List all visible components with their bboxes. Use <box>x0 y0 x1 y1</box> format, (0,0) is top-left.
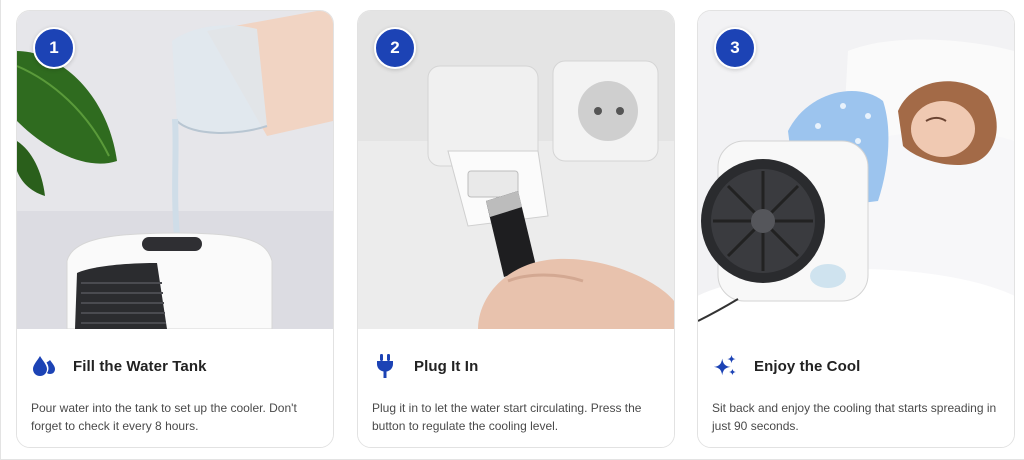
step-2-info: Plug It In Plug it in to let the water s… <box>358 329 674 447</box>
step-3-photo: 3 <box>698 11 1014 329</box>
step-1-photo: 1 <box>17 11 333 329</box>
step-3-description: Sit back and enjoy the cooling that star… <box>712 401 997 433</box>
step-3-title: Enjoy the Cool <box>754 357 861 375</box>
step-card-3: 3 Enjoy the Cool Sit back and enjoy the … <box>697 10 1015 448</box>
step-1-description: Pour water into the tank to set up the c… <box>31 401 297 433</box>
step-1-title: Fill the Water Tank <box>73 357 207 375</box>
step-2-title-row: Plug It In <box>372 353 478 379</box>
step-2-title: Plug It In <box>414 357 479 375</box>
step-1-title-row: Fill the Water Tank <box>31 353 207 379</box>
step-card-1: 1 Fill the Water Tank Pour water into th… <box>16 10 334 448</box>
step-number-badge: 1 <box>33 27 75 69</box>
water-drops-icon <box>31 353 57 379</box>
sparkles-icon <box>712 353 738 379</box>
step-3-title-row: Enjoy the Cool <box>712 353 860 379</box>
steps-section: 1 Fill the Water Tank Pour water into th… <box>16 10 1016 450</box>
step-3-info: Enjoy the Cool Sit back and enjoy the co… <box>698 329 1014 447</box>
step-card-2: 2 Plug It In Plug it in to let the water… <box>357 10 675 448</box>
step-1-info: Fill the Water Tank Pour water into the … <box>17 329 333 447</box>
step-number-badge: 2 <box>374 27 416 69</box>
step-number-badge: 3 <box>714 27 756 69</box>
step-2-description: Plug it in to let the water start circul… <box>372 401 642 433</box>
step-2-photo: 2 <box>358 11 674 329</box>
plug-icon <box>372 353 398 379</box>
